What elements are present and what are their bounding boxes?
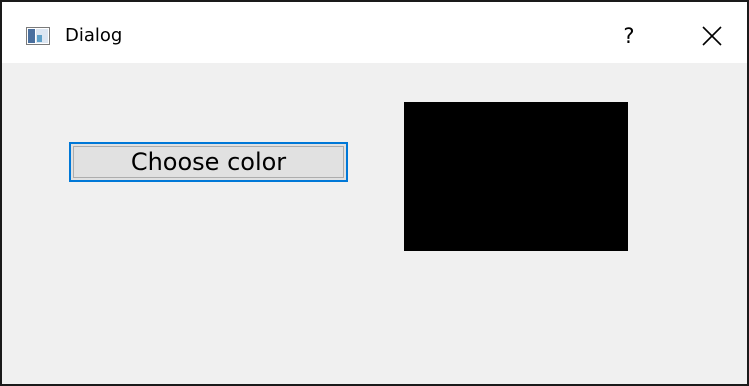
title-bar[interactable]: Dialog ? [2, 2, 747, 63]
close-icon [702, 26, 722, 46]
dialog-window: Dialog ? Choose color [0, 0, 749, 386]
help-button[interactable]: ? [606, 16, 652, 56]
close-button[interactable] [689, 16, 735, 56]
window-title: Dialog [65, 25, 123, 46]
app-window-icon [26, 27, 50, 45]
choose-color-button[interactable]: Choose color [69, 142, 348, 182]
color-preview-swatch [404, 102, 628, 251]
choose-color-label: Choose color [130, 148, 287, 176]
